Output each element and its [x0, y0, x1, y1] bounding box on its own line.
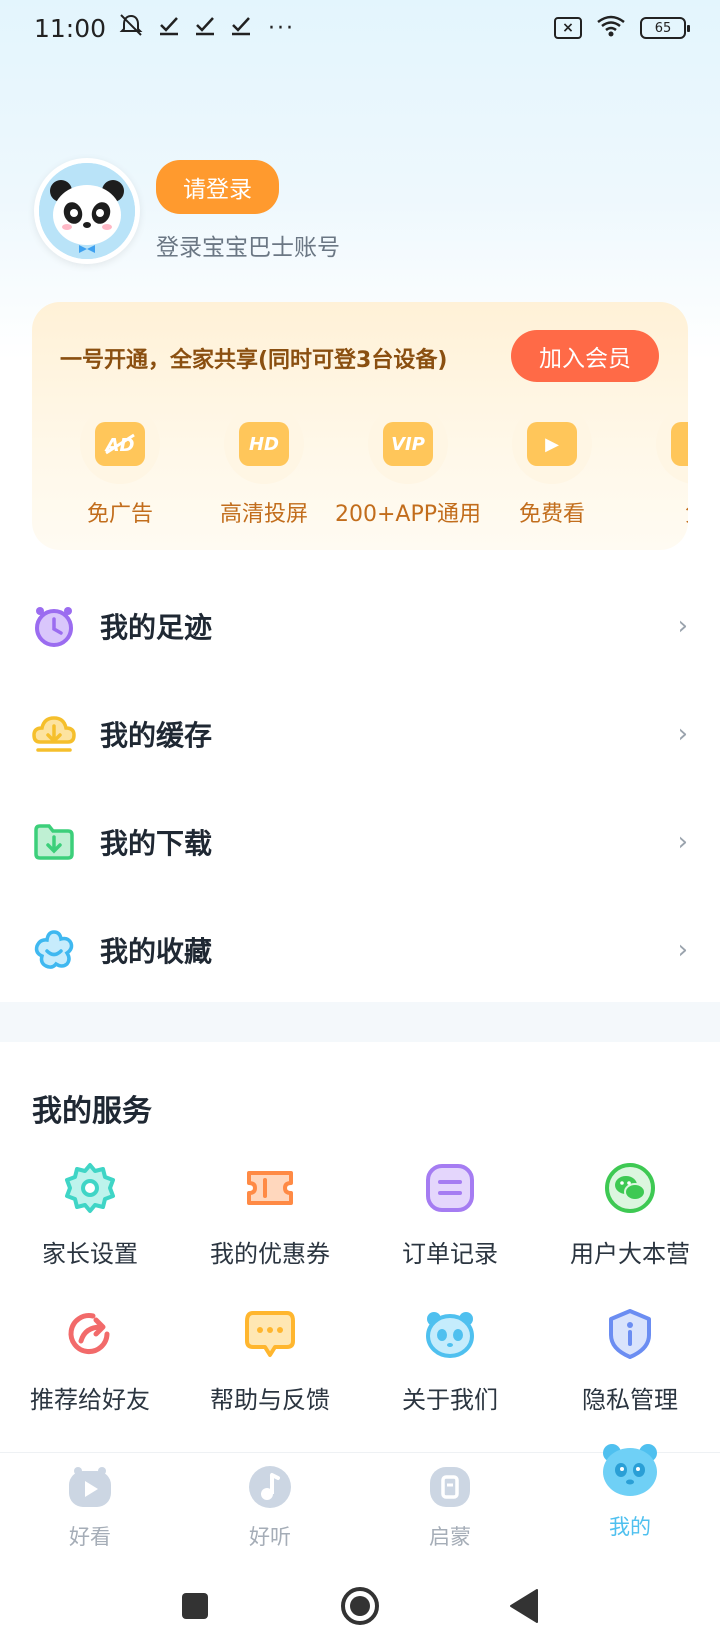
no-sim-icon: ×	[554, 17, 582, 39]
benefit-label: 200+APP通用	[334, 502, 481, 527]
section-divider	[0, 1002, 720, 1042]
check-icon	[230, 14, 252, 42]
service-label: 订单记录	[402, 1240, 498, 1268]
feedback-icon	[242, 1306, 298, 1362]
service-help-feedback[interactable]: 帮助与反馈	[180, 1306, 360, 1415]
benefit-no-ads[interactable]: AD 免广告	[44, 404, 196, 528]
watch-tab-icon	[66, 1463, 114, 1511]
more-notifications-icon: ···	[268, 15, 296, 41]
back-button[interactable]	[502, 1584, 546, 1628]
mine-tab-icon	[598, 1437, 662, 1501]
chevron-right-icon: ›	[677, 611, 688, 641]
panda-icon	[422, 1306, 478, 1362]
tab-label: 我的	[609, 1515, 651, 1539]
avatar[interactable]	[34, 158, 140, 264]
bottom-tab-bar: 好看 好听 启蒙 我的	[0, 1444, 720, 1562]
battery-level: 65	[654, 20, 672, 36]
login-button[interactable]: 请登录	[156, 160, 279, 214]
service-recommend[interactable]: 推荐给好友	[0, 1306, 180, 1415]
services-title: 我的服务	[32, 1094, 152, 1129]
gear-icon	[62, 1160, 118, 1216]
menu-item-footprint[interactable]: 我的足迹 ›	[0, 572, 720, 680]
battery-icon: 65	[640, 17, 690, 39]
share-icon	[62, 1306, 118, 1362]
order-icon	[422, 1160, 478, 1216]
chevron-right-icon: ›	[677, 935, 688, 965]
menu-label: 我的缓存	[100, 719, 213, 752]
benefit-hd[interactable]: HD 高清投屏	[188, 404, 340, 528]
tab-enlightenment[interactable]: 启蒙	[360, 1463, 540, 1551]
menu-item-cache[interactable]: 我的缓存 ›	[0, 680, 720, 788]
home-button[interactable]	[338, 1584, 382, 1628]
menu-label: 我的足迹	[100, 611, 213, 644]
tab-mine[interactable]: 我的	[540, 1437, 720, 1541]
tab-label: 好听	[249, 1525, 291, 1549]
status-notification-icons	[118, 13, 252, 43]
status-time: 11:00	[34, 13, 107, 43]
benefit-label: 免费看	[518, 502, 585, 527]
recent-apps-button[interactable]	[173, 1584, 217, 1628]
download-folder-icon	[32, 820, 76, 864]
service-label: 隐私管理	[582, 1386, 678, 1414]
benefit-label: 免广告	[86, 502, 153, 527]
check-icon	[194, 14, 216, 42]
service-about-us[interactable]: 关于我们	[360, 1306, 540, 1415]
clock-icon	[32, 604, 76, 648]
vip-benefits: AD 免广告 HD 高清投屏 VIP 200+APP通用 ▶ 免费看 免	[32, 404, 688, 534]
service-label: 推荐给好友	[30, 1386, 150, 1414]
check-icon	[158, 14, 180, 42]
partial-benefit-icon	[671, 422, 688, 466]
vip-title: 一号开通，全家共享(同时可登3台设备)	[60, 348, 448, 373]
status-bar: 11:00 ··· × 65	[0, 0, 720, 56]
play-icon: ▶	[527, 422, 577, 466]
learn-tab-icon	[426, 1463, 474, 1511]
service-label: 我的优惠券	[210, 1240, 330, 1268]
menu-list: 我的足迹 › 我的缓存 › 我的下载 › 我的收藏 ›	[0, 572, 720, 1004]
tab-label: 启蒙	[429, 1525, 471, 1549]
cache-icon	[32, 712, 76, 756]
benefit-partial[interactable]: 免	[620, 404, 688, 528]
no-ads-icon: AD	[95, 422, 145, 466]
service-coupons[interactable]: 我的优惠券	[180, 1160, 360, 1269]
menu-label: 我的下载	[100, 827, 213, 860]
profile-section: 请登录 登录宝宝巴士账号	[34, 158, 340, 264]
service-label: 用户大本营	[570, 1240, 690, 1268]
hd-icon: HD	[239, 422, 289, 466]
benefit-vip[interactable]: VIP 200+APP通用	[332, 404, 484, 528]
listen-tab-icon	[246, 1463, 294, 1511]
menu-label: 我的收藏	[100, 935, 213, 968]
mute-icon	[118, 13, 144, 43]
service-label: 关于我们	[402, 1386, 498, 1414]
coupon-icon	[242, 1160, 298, 1216]
login-subtitle: 登录宝宝巴士账号	[156, 235, 340, 261]
service-label: 家长设置	[42, 1240, 138, 1268]
privacy-icon	[602, 1306, 658, 1362]
tab-watch[interactable]: 好看	[0, 1463, 180, 1551]
service-label: 帮助与反馈	[210, 1386, 330, 1414]
panda-avatar-icon	[39, 163, 135, 259]
benefit-label: 免	[620, 496, 688, 528]
vip-icon: VIP	[383, 422, 433, 466]
service-orders[interactable]: 订单记录	[360, 1160, 540, 1269]
service-parent-settings[interactable]: 家长设置	[0, 1160, 180, 1269]
system-nav-bar	[0, 1562, 720, 1650]
flower-favorite-icon	[32, 928, 76, 972]
tab-label: 好看	[69, 1525, 111, 1549]
tab-listen[interactable]: 好听	[180, 1463, 360, 1551]
menu-item-favorites[interactable]: 我的收藏 ›	[0, 896, 720, 1004]
service-user-community[interactable]: 用户大本营	[540, 1160, 720, 1269]
wechat-icon	[602, 1160, 658, 1216]
chevron-right-icon: ›	[677, 719, 688, 749]
vip-card[interactable]: 一号开通，全家共享(同时可登3台设备) 加入会员 AD 免广告 HD 高清投屏 …	[32, 302, 688, 550]
menu-item-download[interactable]: 我的下载 ›	[0, 788, 720, 896]
benefit-label: 高清投屏	[219, 502, 308, 527]
wifi-icon	[596, 14, 626, 42]
join-member-button[interactable]: 加入会员	[511, 330, 659, 382]
benefit-free-watch[interactable]: ▶ 免费看	[476, 404, 628, 528]
service-privacy[interactable]: 隐私管理	[540, 1306, 720, 1415]
chevron-right-icon: ›	[677, 827, 688, 857]
